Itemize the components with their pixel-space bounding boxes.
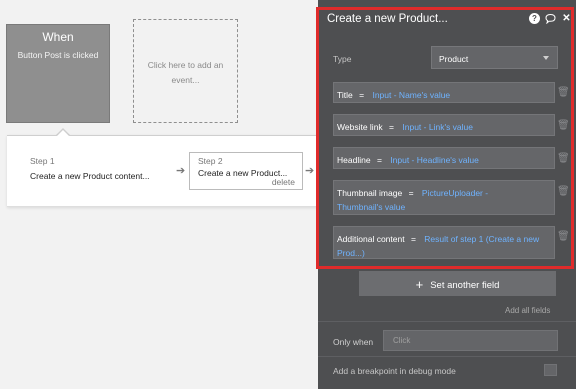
comment-icon[interactable]: [545, 13, 556, 25]
field-equals: =: [408, 188, 414, 198]
field-label: Title: [337, 90, 353, 100]
trigger-card[interactable]: When Button Post is clicked: [6, 24, 110, 123]
field-value-line2[interactable]: Prod...): [337, 248, 365, 258]
chevron-down-icon: [543, 56, 549, 60]
panel-title: Create a new Product...: [327, 13, 448, 25]
field-title[interactable]: Title = Input - Name's value: [333, 82, 555, 103]
field-equals: =: [410, 234, 416, 244]
header-icons: ? ✕: [529, 13, 572, 25]
step-1[interactable]: Step 1 Create a new Product content...: [30, 156, 150, 181]
field-additional-content[interactable]: Additional content = Result of step 1 (C…: [333, 226, 555, 259]
field-thumbnail-image[interactable]: Thumbnail image = PictureUploader - Thum…: [333, 180, 555, 215]
field-equals: =: [389, 122, 395, 132]
field-label: Headline: [337, 155, 371, 165]
add-event-text-line1: Click here to add an: [147, 60, 224, 70]
add-all-fields-link[interactable]: Add all fields: [505, 306, 550, 315]
field-value[interactable]: Input - Name's value: [372, 90, 450, 100]
divider: [318, 356, 576, 357]
field-label: Additional content: [337, 234, 405, 244]
field-label: Website link: [337, 122, 383, 132]
steps-pointer-inner: [56, 130, 70, 137]
divider: [318, 321, 576, 322]
step-number: Step 2: [198, 156, 223, 166]
field-equals: =: [359, 90, 365, 100]
field-value-line2[interactable]: Thumbnail's value: [337, 202, 405, 212]
close-icon[interactable]: ✕: [561, 13, 572, 24]
debug-breakpoint-label: Add a breakpoint in debug mode: [333, 366, 456, 376]
field-label: Thumbnail image: [337, 188, 403, 198]
trash-icon[interactable]: 🗑: [557, 87, 570, 98]
debug-breakpoint-checkbox[interactable]: [544, 364, 557, 376]
step-2[interactable]: Step 2 Create a new Product... delete: [189, 152, 303, 190]
set-field-label: Set another field: [430, 280, 500, 291]
trash-icon[interactable]: 🗑: [557, 120, 570, 131]
step-number: Step 1: [30, 156, 55, 166]
type-label: Type: [333, 54, 352, 64]
field-website-link[interactable]: Website link = Input - Link's value: [333, 114, 555, 136]
field-value[interactable]: Input - Headline's value: [390, 155, 479, 165]
trash-icon[interactable]: 🗑: [557, 153, 570, 164]
arrow-right-icon: ➔: [176, 165, 186, 177]
only-when-label: Only when: [333, 337, 374, 347]
trigger-title: When: [42, 30, 74, 44]
delete-step-link[interactable]: delete: [272, 177, 295, 187]
field-headline[interactable]: Headline = Input - Headline's value: [333, 147, 555, 169]
plus-icon: +: [415, 277, 424, 292]
field-value-line1[interactable]: Result of step 1 (Create a new: [424, 234, 539, 244]
field-value[interactable]: Input - Link's value: [402, 122, 473, 132]
set-another-field-button[interactable]: + Set another field: [359, 271, 556, 296]
help-icon[interactable]: ?: [529, 13, 540, 24]
arrow-right-icon: ➔: [305, 165, 315, 177]
type-select-value: Product: [439, 54, 469, 64]
add-event-placeholder[interactable]: Click here to add an event...: [133, 19, 238, 123]
trash-icon[interactable]: 🗑: [557, 231, 570, 242]
add-event-text-line2: event...: [171, 75, 200, 85]
only-when-input[interactable]: Click: [383, 330, 558, 351]
type-select[interactable]: Product: [431, 46, 558, 69]
field-equals: =: [376, 155, 382, 165]
trigger-event: Button Post is clicked: [17, 50, 99, 60]
panel-header: Create a new Product... ? ✕: [318, 8, 576, 32]
field-value-line1[interactable]: PictureUploader -: [422, 188, 488, 198]
trash-icon[interactable]: 🗑: [557, 186, 570, 197]
step-name: Create a new Product content...: [30, 171, 150, 181]
